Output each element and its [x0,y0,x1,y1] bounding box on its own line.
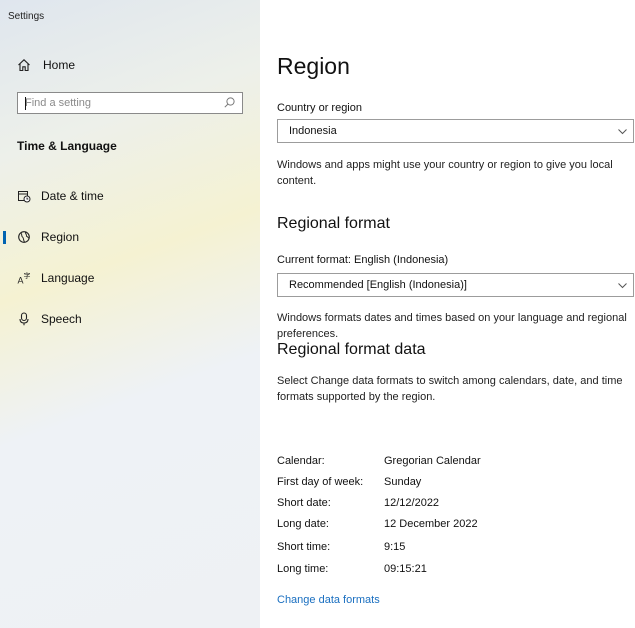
sidebar: Settings Home Time & Language Date & tim… [0,0,260,628]
text-cursor [25,97,26,110]
format-row-value: Sunday [384,476,422,488]
globe-icon [18,231,30,243]
regional-format-heading: Regional format [277,215,390,232]
format-row-value: Gregorian Calendar [384,455,481,467]
regional-format-dropdown[interactable]: Recommended [English (Indonesia)] [277,273,634,297]
format-row-value: 9:15 [384,541,406,553]
sidebar-item-label: Speech [41,312,82,326]
regional-format-description: Windows formats dates and times based on… [277,312,627,340]
section-title: Time & Language [17,139,117,153]
sidebar-item-speech[interactable]: Speech [0,304,260,334]
format-row-value: 12/12/2022 [384,497,440,509]
format-row-key: First day of week: [277,476,364,488]
format-data-description: Select Change data formats to switch amo… [277,375,623,403]
language-icon: A 字 [18,271,31,285]
sidebar-item-label: Language [41,271,95,285]
format-row-key: Calendar: [277,455,325,467]
country-description: Windows and apps might use your country … [277,159,613,187]
country-dropdown[interactable]: Indonesia [277,119,634,143]
format-row-key: Short time: [277,541,331,553]
svg-text:字: 字 [24,271,31,280]
country-dropdown-value: Indonesia [289,125,337,137]
format-row-value: 09:15:21 [384,563,427,575]
search-box[interactable] [17,92,243,114]
sidebar-item-label: Date & time [41,189,104,203]
format-row-key: Long time: [277,563,329,575]
calendar-clock-icon [18,191,31,203]
app-title: Settings [8,11,45,22]
sidebar-item-date-time[interactable]: Date & time [0,181,260,211]
search-input[interactable] [18,93,215,113]
active-indicator [3,231,6,244]
microphone-icon [19,312,29,326]
home-icon [18,59,30,72]
sidebar-item-language[interactable]: A 字 Language [0,263,260,293]
change-data-formats-link[interactable]: Change data formats [277,594,380,606]
page-title: Region [277,53,350,79]
regional-format-dropdown-value: Recommended [English (Indonesia)] [289,279,467,291]
sidebar-item-region[interactable]: Region [0,222,260,252]
country-label: Country or region [277,102,362,114]
sidebar-item-label: Region [41,230,80,244]
format-row-key: Long date: [277,518,329,530]
chevron-down-icon [618,129,627,135]
home-label: Home [43,58,76,72]
current-format-label: Current format: English (Indonesia) [277,254,449,266]
home-nav-item[interactable]: Home [17,58,75,72]
format-row-key: Short date: [277,497,331,509]
main-content: Region Country or region Indonesia Windo… [277,0,635,628]
search-icon[interactable] [223,96,236,109]
regional-format-data-heading: Regional format data [277,341,426,358]
format-row-value: 12 December 2022 [384,518,478,530]
chevron-down-icon [618,283,627,289]
